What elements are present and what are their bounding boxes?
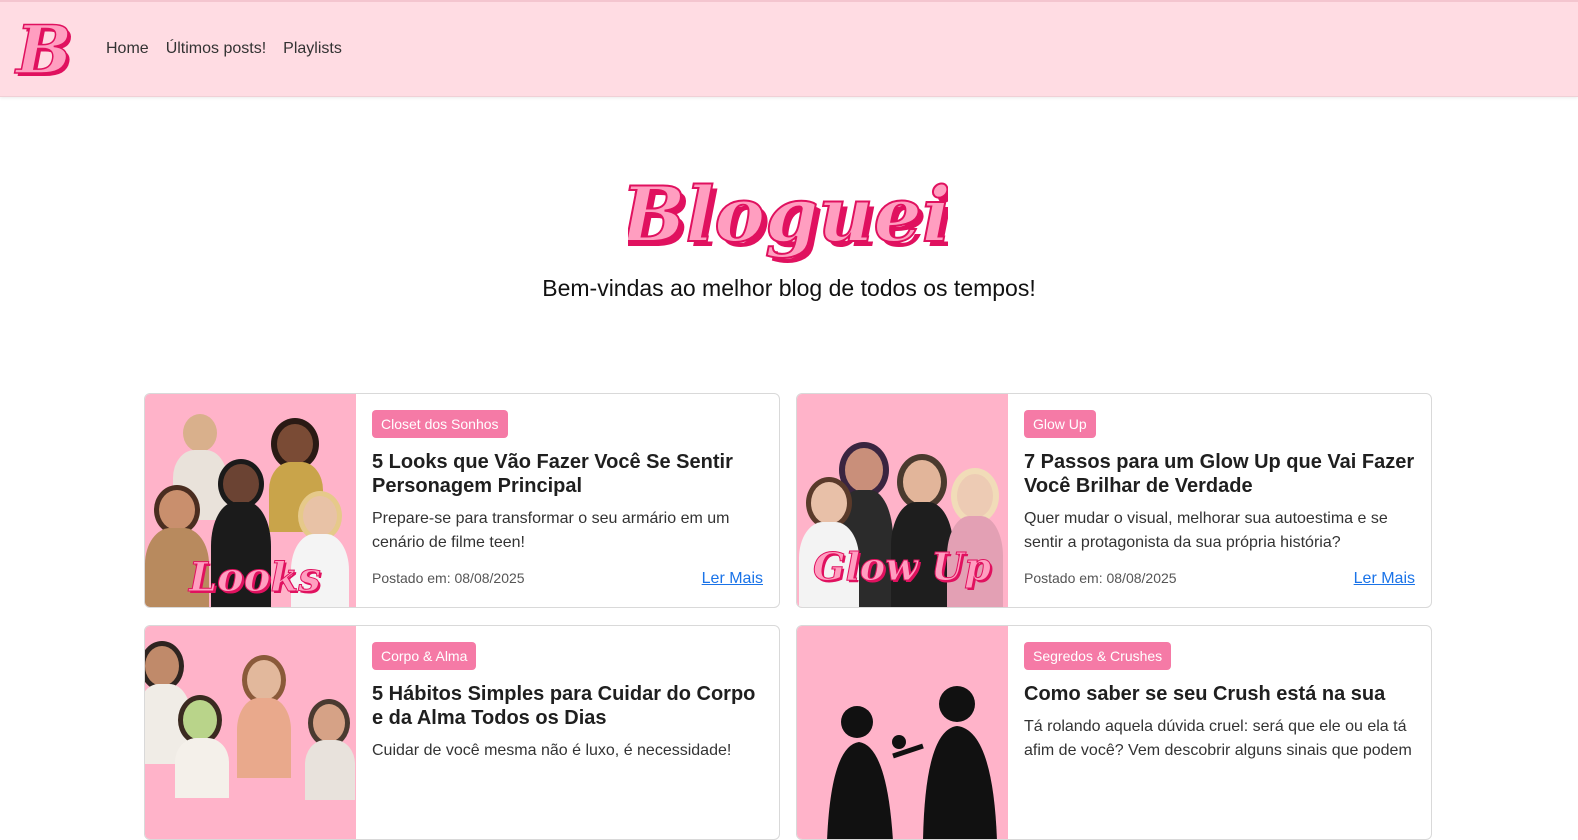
post-image-crush[interactable]	[797, 626, 1008, 839]
category-badge[interactable]: Corpo & Alma	[372, 642, 477, 670]
post-card-body: Corpo & Alma 5 Hábitos Simples para Cuid…	[372, 642, 763, 839]
couple-silhouette	[827, 686, 997, 839]
category-badge[interactable]: Glow Up	[1024, 410, 1096, 438]
post-excerpt: Cuidar de você mesma não é luxo, é neces…	[372, 742, 732, 759]
svg-text:Bloguei: Bloguei	[628, 170, 948, 259]
post-image-corpo-alma[interactable]	[145, 626, 356, 839]
hero-logo: Bloguei Bloguei	[628, 169, 948, 264]
image-caption-glow-up: Glow Up	[813, 544, 992, 590]
post-date: Postado em: 08/08/2025	[372, 570, 525, 586]
post-excerpt: Quer mudar o visual, melhorar sua autoes…	[1024, 510, 1388, 551]
post-card-body: Segredos & Crushes Como saber se seu Cru…	[1024, 642, 1415, 839]
post-card[interactable]: Glow Up Glow Up 7 Passos para um Glow Up…	[796, 393, 1432, 608]
image-caption-looks: Looks	[189, 554, 322, 602]
post-title[interactable]: Como saber se seu Crush está na sua	[1024, 682, 1415, 706]
navbar: B B Home Últimos posts! Playlists	[0, 0, 1578, 97]
post-card-body: Closet dos Sonhos 5 Looks que Vão Fazer …	[372, 410, 763, 607]
post-image-looks[interactable]: Looks	[145, 394, 356, 607]
svg-text:B: B	[14, 14, 72, 88]
post-card-body: Glow Up 7 Passos para um Glow Up que Vai…	[1024, 410, 1415, 607]
post-title[interactable]: 5 Looks que Vão Fazer Você Se Sentir Per…	[372, 450, 763, 498]
post-title[interactable]: 5 Hábitos Simples para Cuidar do Corpo e…	[372, 682, 763, 730]
nav-link-playlists[interactable]: Playlists	[283, 40, 342, 58]
hero-tagline: Bem-vindas ao melhor blog de todos os te…	[542, 275, 1036, 301]
post-title[interactable]: 7 Passos para um Glow Up que Vai Fazer V…	[1024, 450, 1415, 498]
nav-link-latest-posts[interactable]: Últimos posts!	[166, 40, 266, 58]
post-excerpt: Tá rolando aquela dúvida cruel: será que…	[1024, 718, 1412, 759]
post-excerpt: Prepare-se para transformar o seu armári…	[372, 510, 730, 551]
category-badge[interactable]: Closet dos Sonhos	[372, 410, 508, 438]
main-nav: Home Últimos posts! Playlists	[106, 40, 342, 58]
post-card[interactable]: Corpo & Alma 5 Hábitos Simples para Cuid…	[144, 625, 780, 840]
category-badge[interactable]: Segredos & Crushes	[1024, 642, 1172, 670]
post-card[interactable]: Segredos & Crushes Como saber se seu Cru…	[796, 625, 1432, 840]
read-more-link[interactable]: Ler Mais	[1354, 570, 1415, 588]
post-date: Postado em: 08/08/2025	[1024, 570, 1177, 586]
brand-logo[interactable]: B B	[10, 14, 84, 88]
post-image-glow-up[interactable]: Glow Up	[797, 394, 1008, 607]
post-card[interactable]: Looks Closet dos Sonhos 5 Looks que Vão …	[144, 393, 780, 608]
read-more-link[interactable]: Ler Mais	[702, 570, 763, 588]
nav-link-home[interactable]: Home	[106, 40, 149, 58]
